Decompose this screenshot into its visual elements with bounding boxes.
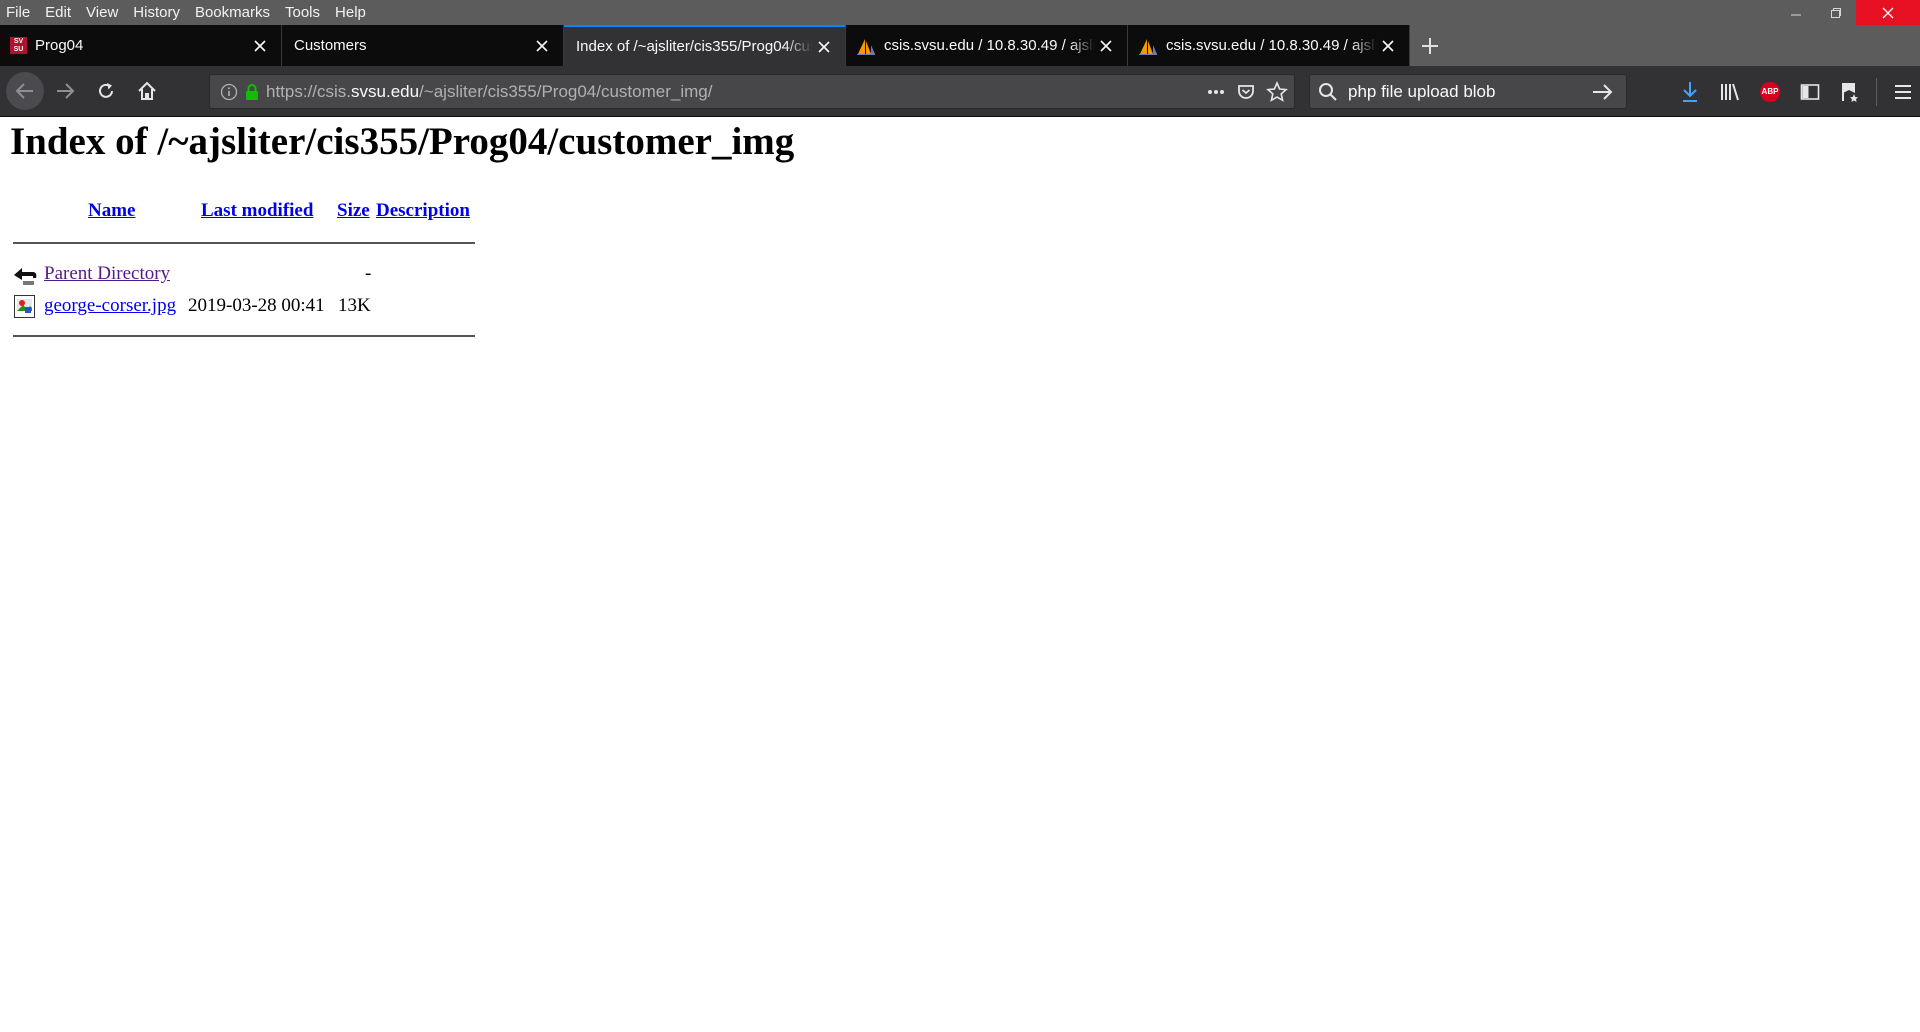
menu-tools[interactable]: Tools bbox=[278, 0, 328, 25]
tab-title: csis.svsu.edu / 10.8.30.49 / ajsliter bbox=[884, 37, 1095, 54]
tab-title: Index of /~ajsliter/cis355/Prog04/custom… bbox=[576, 38, 813, 55]
close-icon bbox=[1382, 39, 1394, 52]
reload-icon bbox=[99, 83, 113, 98]
directory-listing: Name Last modified Size Description Pare… bbox=[13, 200, 475, 337]
phpmyadmin-sail-icon bbox=[857, 38, 875, 55]
listing-header-row: Name Last modified Size Description bbox=[13, 200, 475, 232]
tab-phpmyadmin-1[interactable]: csis.svsu.edu / 10.8.30.49 / ajsliter bbox=[846, 25, 1128, 66]
home-button[interactable] bbox=[127, 73, 167, 109]
url-actions bbox=[1206, 75, 1288, 108]
plus-icon bbox=[1422, 37, 1438, 54]
parent-directory-link[interactable]: Parent Directory bbox=[44, 263, 170, 285]
minimize-button[interactable] bbox=[1776, 0, 1816, 25]
sort-by-name-link[interactable]: Name bbox=[88, 200, 135, 222]
page-title: Index of /~ajsliter/cis355/Prog04/custom… bbox=[10, 120, 795, 163]
close-icon bbox=[536, 39, 548, 52]
close-icon bbox=[818, 40, 830, 53]
menu-edit[interactable]: Edit bbox=[38, 0, 79, 25]
tab-title: csis.svsu.edu / 10.8.30.49 / ajsliter bbox=[1166, 37, 1377, 54]
page-content: Index of /~ajsliter/cis355/Prog04/custom… bbox=[0, 117, 1920, 1032]
adblock-plus-icon: ABP bbox=[1760, 81, 1780, 102]
library-icon bbox=[1721, 83, 1739, 100]
sort-by-size-link[interactable]: Size bbox=[337, 200, 370, 222]
phpmyadmin-sail-icon bbox=[1139, 38, 1157, 55]
tab-close-button[interactable] bbox=[531, 35, 553, 57]
pocket-icon[interactable] bbox=[1236, 82, 1256, 102]
toolbar-right: ABP bbox=[1670, 66, 1920, 117]
tab-close-button[interactable] bbox=[249, 35, 271, 57]
tab-phpmyadmin-2[interactable]: csis.svsu.edu / 10.8.30.49 / ajsliter bbox=[1128, 25, 1410, 66]
close-icon bbox=[1100, 39, 1112, 52]
download-arrow-icon bbox=[1683, 81, 1697, 102]
back-button[interactable] bbox=[6, 72, 44, 110]
tab-close-button[interactable] bbox=[1095, 35, 1117, 57]
tab-title: Customers bbox=[294, 37, 367, 54]
horizontal-rule bbox=[13, 335, 475, 337]
sort-by-last-modified-link[interactable]: Last modified bbox=[201, 200, 313, 222]
tab-close-button[interactable] bbox=[813, 36, 835, 58]
menu-file[interactable]: File bbox=[0, 0, 38, 25]
window-controls bbox=[1776, 0, 1920, 25]
page-actions-icon[interactable] bbox=[1206, 82, 1226, 102]
list-item: george-corser.jpg 2019-03-28 00:41 13K bbox=[13, 293, 475, 325]
search-bar[interactable]: php file upload blob bbox=[1309, 74, 1627, 109]
url-bar[interactable]: https://csis.svsu.edu/~ajsliter/cis355/P… bbox=[209, 74, 1295, 109]
back-arrow-icon bbox=[14, 268, 37, 285]
close-icon bbox=[254, 39, 266, 52]
image-file-icon bbox=[14, 295, 35, 318]
file-link[interactable]: george-corser.jpg bbox=[44, 295, 176, 317]
menu-bookmarks[interactable]: Bookmarks bbox=[188, 0, 278, 25]
bookmark-flag-icon bbox=[1842, 82, 1858, 102]
search-icon bbox=[1319, 82, 1337, 101]
bookmark-star-icon[interactable] bbox=[1266, 80, 1288, 103]
home-icon bbox=[138, 81, 156, 100]
navigation-toolbar: https://csis.svsu.edu/~ajsliter/cis355/P… bbox=[0, 66, 1920, 117]
sidebar-icon bbox=[1800, 83, 1820, 100]
library-button[interactable] bbox=[1710, 72, 1750, 112]
adblock-plus-button[interactable]: ABP bbox=[1750, 72, 1790, 112]
forward-button[interactable] bbox=[45, 73, 85, 109]
menu-view[interactable]: View bbox=[79, 0, 126, 25]
url-text[interactable]: https://csis.svsu.edu/~ajsliter/cis355/P… bbox=[266, 82, 712, 102]
back-arrow-icon bbox=[15, 83, 33, 99]
open-menu-button[interactable] bbox=[1883, 72, 1920, 112]
tab-title: Prog04 bbox=[35, 37, 84, 54]
hamburger-menu-icon bbox=[1895, 84, 1911, 99]
search-input[interactable]: php file upload blob bbox=[1348, 82, 1592, 102]
tab-customers[interactable]: Customers bbox=[282, 25, 564, 66]
file-size: 13K bbox=[338, 295, 371, 316]
new-tab-button[interactable] bbox=[1410, 25, 1450, 66]
close-icon bbox=[1882, 7, 1894, 18]
tab-prog04[interactable]: SV SU Prog04 bbox=[0, 25, 282, 66]
sidebar-button[interactable] bbox=[1790, 72, 1830, 112]
restore-button[interactable] bbox=[1816, 0, 1856, 25]
tab-close-button[interactable] bbox=[1377, 35, 1399, 57]
file-last-modified: 2019-03-28 00:41 bbox=[188, 295, 325, 316]
minimize-icon bbox=[1791, 14, 1801, 15]
file-size: - bbox=[365, 263, 372, 284]
sort-by-description-link[interactable]: Description bbox=[376, 200, 470, 222]
tab-strip: SV SU Prog04 Customers Index of /~ajslite… bbox=[0, 25, 1920, 66]
close-window-button[interactable] bbox=[1856, 0, 1920, 25]
list-item: Parent Directory - bbox=[13, 261, 475, 293]
menu-history[interactable]: History bbox=[126, 0, 188, 25]
search-go-arrow-icon[interactable] bbox=[1592, 83, 1614, 101]
secure-lock-icon[interactable] bbox=[244, 83, 260, 101]
tab-index-of-customer-img[interactable]: Index of /~ajsliter/cis355/Prog04/custom… bbox=[564, 25, 846, 66]
toolbar-separator bbox=[1876, 77, 1877, 106]
downloads-button[interactable] bbox=[1670, 72, 1710, 112]
menu-bar: File Edit View History Bookmarks Tools H… bbox=[0, 0, 1920, 25]
restore-icon bbox=[1831, 7, 1841, 18]
forward-arrow-icon bbox=[57, 83, 75, 99]
svsu-logo-icon: SV SU bbox=[10, 37, 27, 54]
menu-help[interactable]: Help bbox=[328, 0, 374, 25]
info-icon[interactable] bbox=[220, 83, 238, 101]
reload-button[interactable] bbox=[86, 73, 126, 109]
bookmark-manager-button[interactable] bbox=[1830, 72, 1870, 112]
